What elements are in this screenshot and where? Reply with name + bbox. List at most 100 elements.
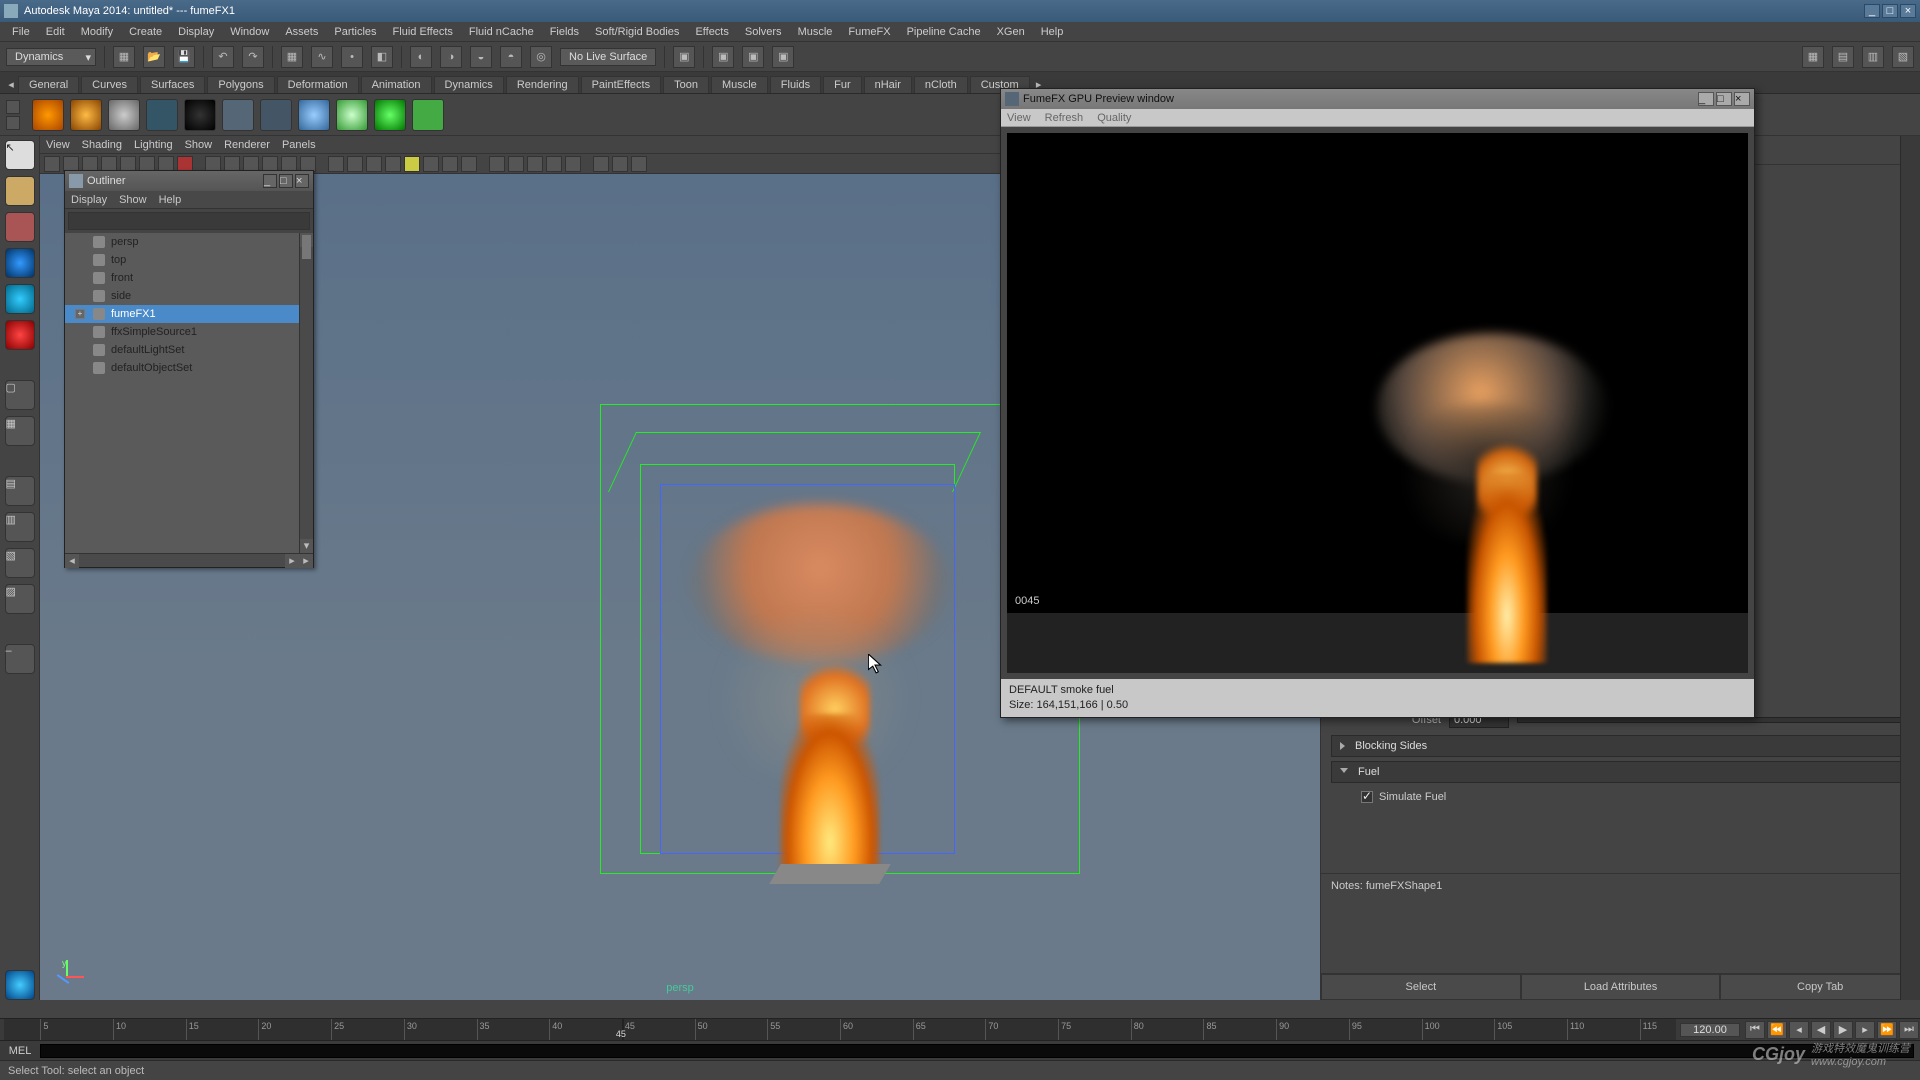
load-attributes-button[interactable]: Load Attributes	[1521, 974, 1721, 1000]
outliner-menu-display[interactable]: Display	[71, 194, 107, 206]
live-surface-icon[interactable]: ◐	[410, 46, 432, 68]
scale-tool-icon[interactable]	[5, 320, 35, 350]
outliner-item-defaultobjectset[interactable]: defaultObjectSet	[65, 359, 313, 377]
module-dropdown[interactable]: Dynamics	[6, 48, 96, 66]
shelf-tab-dynamics[interactable]: Dynamics	[434, 76, 504, 93]
gpu-menu-refresh[interactable]: Refresh	[1045, 112, 1084, 124]
show-poly-icon[interactable]	[527, 156, 543, 172]
layout-single-icon[interactable]: ▢	[5, 380, 35, 410]
render-settings-icon[interactable]: ▣	[772, 46, 794, 68]
shelf-tab-ncloth[interactable]: nCloth	[914, 76, 968, 93]
hscroll-right2-icon[interactable]: ▸	[299, 554, 313, 568]
shelf-tab-muscle[interactable]: Muscle	[711, 76, 768, 93]
outliner-maximize-button[interactable]: □	[279, 174, 293, 188]
shelf-tab-surfaces[interactable]: Surfaces	[140, 76, 205, 93]
layout1-icon[interactable]: ▦	[1802, 46, 1824, 68]
shelf-emitter-icon[interactable]	[32, 99, 64, 131]
layout-four-icon[interactable]: ▦	[5, 416, 35, 446]
panel-menu-renderer[interactable]: Renderer	[224, 139, 270, 151]
menu-particles[interactable]: Particles	[326, 24, 384, 40]
shelf-extra-icon[interactable]	[412, 99, 444, 131]
snap-point-icon[interactable]: •	[341, 46, 363, 68]
outliner-titlebar[interactable]: Outliner _ □ ×	[65, 171, 313, 191]
window-maximize-button[interactable]: □	[1882, 4, 1898, 18]
step-forward-icon[interactable]: ▸	[1855, 1021, 1875, 1039]
shelf-source-icon[interactable]	[374, 99, 406, 131]
light-icon[interactable]	[404, 156, 420, 172]
outliner-hscroll[interactable]: ◂ ▸ ▸	[65, 553, 313, 567]
shelf-rigid-icon[interactable]	[260, 99, 292, 131]
aa-icon[interactable]	[423, 156, 439, 172]
outliner-item-side[interactable]: side	[65, 287, 313, 305]
refresh-icon[interactable]	[631, 156, 647, 172]
xray-icon[interactable]	[347, 156, 363, 172]
shelf-scroll-left-icon[interactable]: ◂	[4, 75, 18, 93]
isolate-icon[interactable]	[328, 156, 344, 172]
go-start-icon[interactable]: ⏮	[1745, 1021, 1765, 1039]
new-scene-icon[interactable]: ▦	[113, 46, 135, 68]
redo-icon[interactable]: ↷	[242, 46, 264, 68]
menu-soft-rigid-bodies[interactable]: Soft/Rigid Bodies	[587, 24, 687, 40]
command-input[interactable]	[40, 1044, 1914, 1058]
shelf-tab-rendering[interactable]: Rendering	[506, 76, 579, 93]
copy-tab-button[interactable]: Copy Tab	[1720, 974, 1920, 1000]
menu-fluid-ncache[interactable]: Fluid nCache	[461, 24, 542, 40]
shelf-tab-curves[interactable]: Curves	[81, 76, 138, 93]
select-tool-icon[interactable]: ↖	[5, 140, 35, 170]
gpu-menu-view[interactable]: View	[1007, 112, 1031, 124]
outliner-close-button[interactable]: ×	[295, 174, 309, 188]
paint-select-tool-icon[interactable]	[5, 212, 35, 242]
save-scene-icon[interactable]: 💾	[173, 46, 195, 68]
menu-display[interactable]: Display	[170, 24, 222, 40]
layout2-icon[interactable]: ▤	[1832, 46, 1854, 68]
outliner-item-top[interactable]: top	[65, 251, 313, 269]
shelf-tab-fluids[interactable]: Fluids	[770, 76, 821, 93]
select-button[interactable]: Select	[1321, 974, 1521, 1000]
expand-icon[interactable]: +	[75, 309, 85, 319]
live-toggle-icon[interactable]: ◎	[530, 46, 552, 68]
channel-box-collapsed[interactable]	[1900, 136, 1920, 1000]
live-surface-icon-4[interactable]: ◓	[500, 46, 522, 68]
panel-menu-panels[interactable]: Panels	[282, 139, 316, 151]
outliner-item-defaultlightset[interactable]: defaultLightSet	[65, 341, 313, 359]
panel-menu-view[interactable]: View	[46, 139, 70, 151]
shelf-fluid-icon[interactable]	[298, 99, 330, 131]
outliner-vscroll[interactable]: ▴ ▾	[299, 233, 313, 553]
menu-fields[interactable]: Fields	[542, 24, 587, 40]
layout-preset-1-icon[interactable]: ▤	[5, 476, 35, 506]
shelf-mini-2[interactable]	[6, 116, 20, 130]
shelf-sphere-icon[interactable]	[70, 99, 102, 131]
show-nurbs-icon[interactable]	[546, 156, 562, 172]
move-tool-icon[interactable]	[5, 248, 35, 278]
poly-count-icon[interactable]	[385, 156, 401, 172]
step-back-icon[interactable]: ◂	[1789, 1021, 1809, 1039]
outliner-item-persp[interactable]: persp	[65, 233, 313, 251]
layout-preset-2-icon[interactable]: ▥	[5, 512, 35, 542]
collapse-icon[interactable]: –	[5, 644, 35, 674]
step-forward-key-icon[interactable]: ⏩	[1877, 1021, 1897, 1039]
xray-joints-icon[interactable]	[366, 156, 382, 172]
outliner-item-ffxsimplesource1[interactable]: ffxSimpleSource1	[65, 323, 313, 341]
live-surface-icon-3[interactable]: ◒	[470, 46, 492, 68]
window-minimize-button[interactable]: _	[1864, 4, 1880, 18]
shelf-goal-icon[interactable]	[336, 99, 368, 131]
outliner-item-fumefx1[interactable]: +fumeFX1	[65, 305, 313, 323]
outliner-menu-show[interactable]: Show	[119, 194, 147, 206]
timeline-end-field[interactable]: 120.00	[1680, 1023, 1740, 1037]
renderer-icon[interactable]	[593, 156, 609, 172]
panel-menu-shading[interactable]: Shading	[82, 139, 122, 151]
go-end-icon[interactable]: ⏭	[1899, 1021, 1919, 1039]
layout3-icon[interactable]: ▥	[1862, 46, 1884, 68]
gpu-titlebar[interactable]: FumeFX GPU Preview window _ □ ×	[1001, 89, 1754, 109]
layout4-icon[interactable]: ▧	[1892, 46, 1914, 68]
rotate-tool-icon[interactable]	[5, 284, 35, 314]
menu-assets[interactable]: Assets	[277, 24, 326, 40]
vp2-icon[interactable]	[612, 156, 628, 172]
panel-menu-show[interactable]: Show	[185, 139, 213, 151]
gpu-menu-quality[interactable]: Quality	[1097, 112, 1131, 124]
outliner-filter-input[interactable]	[68, 212, 310, 230]
shelf-tab-fur[interactable]: Fur	[823, 76, 862, 93]
layout-preset-4-icon[interactable]: ▨	[5, 584, 35, 614]
gpu-close-button[interactable]: ×	[1734, 92, 1750, 106]
menu-modify[interactable]: Modify	[73, 24, 121, 40]
